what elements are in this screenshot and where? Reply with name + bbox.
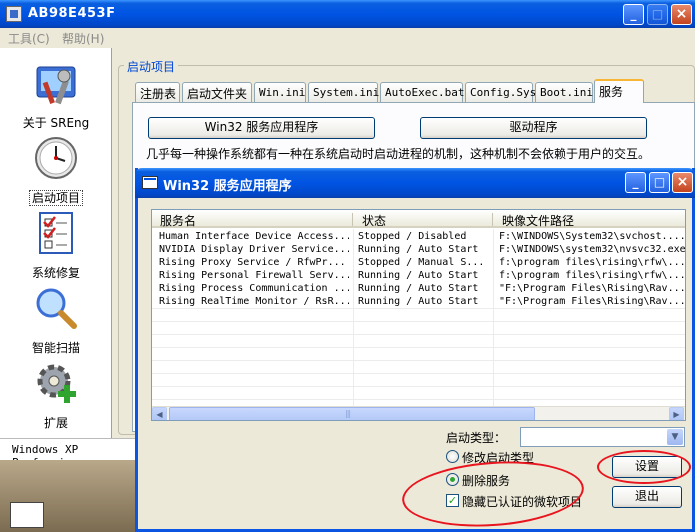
sidebar-item-label: 启动项目 — [28, 190, 83, 206]
radio-modify-startup-type[interactable] — [446, 450, 459, 463]
menu-tools[interactable]: 工具(C) — [8, 30, 50, 47]
table-row[interactable]: Rising Proxy Service / RfwPr... Stopped … — [152, 257, 685, 270]
scroll-right-icon[interactable]: ▶ — [669, 407, 684, 420]
column-status[interactable]: 状态 — [362, 212, 386, 229]
sidebar-item-label: 扩展 — [43, 416, 68, 430]
annotation-circle-settings — [597, 450, 691, 484]
dialog-close-button[interactable]: × — [672, 172, 693, 193]
sidebar-item-label: 关于 SREng — [22, 116, 90, 130]
sidebar-item-label: 系统修复 — [31, 266, 80, 280]
menu-bar: 工具(C) 帮助(H) — [0, 28, 695, 48]
horizontal-scrollbar[interactable]: ◀ ▶ — [152, 406, 685, 420]
startup-type-label: 启动类型： — [446, 431, 507, 445]
minimize-button[interactable]: _ — [623, 4, 644, 25]
desktop-background — [0, 460, 140, 532]
tab-autoexec-bat[interactable]: AutoExec.bat — [380, 82, 464, 102]
scroll-thumb[interactable] — [169, 407, 535, 420]
dialog-minimize-button[interactable]: _ — [625, 172, 646, 193]
startup-type-select[interactable]: ▼ — [520, 427, 685, 447]
group-title: 启动项目 — [124, 58, 179, 75]
column-service-name[interactable]: 服务名 — [160, 212, 196, 229]
table-row[interactable]: Rising Process Communication ... Running… — [152, 283, 685, 296]
status-bar: Windows XP Profession — [0, 438, 140, 469]
win32-services-button[interactable]: Win32 服务应用程序 — [148, 117, 375, 139]
main-titlebar: AB98E453F _ □ × — [0, 0, 695, 28]
startup-description: 几乎每一种操作系统都有一种在系统启动时启动进程的机制，这种机制不会依赖于用户的交… — [146, 147, 651, 161]
tab-win-ini[interactable]: Win.ini — [254, 82, 306, 102]
list-header: 服务名 状态 映像文件路径 — [152, 210, 685, 229]
services-list[interactable]: 服务名 状态 映像文件路径 Human Interface Device Acc… — [151, 209, 686, 421]
sidebar-item-repair[interactable]: 系统修复 — [0, 206, 112, 281]
sidebar-item-about[interactable]: 关于 SREng — [0, 56, 112, 131]
app-icon — [6, 6, 22, 22]
tab-registry[interactable]: 注册表 — [135, 82, 180, 102]
tab-startup-folder[interactable]: 启动文件夹 — [182, 82, 252, 102]
scroll-left-icon[interactable]: ◀ — [152, 407, 167, 420]
table-row[interactable]: Human Interface Device Access... Stopped… — [152, 231, 685, 244]
dialog-maximize-button[interactable]: □ — [649, 172, 670, 193]
checklist-icon — [39, 212, 73, 254]
tab-boot-ini[interactable]: Boot.ini — [535, 82, 593, 102]
gear-plus-icon — [37, 364, 76, 403]
dialog-titlebar: Win32 服务应用程序 _ □ × — [135, 168, 695, 198]
table-row[interactable]: NVIDIA Display Driver Service... Running… — [152, 244, 685, 257]
tab-services[interactable]: 服务 — [594, 79, 644, 103]
sidebar-item-extend[interactable]: 扩展 — [0, 356, 112, 431]
table-row[interactable]: Rising Personal Firewall Serv... Running… — [152, 270, 685, 283]
close-button[interactable]: × — [671, 4, 692, 25]
drivers-button[interactable]: 驱动程序 — [420, 117, 647, 139]
magnifier-icon — [36, 288, 77, 329]
column-image-path[interactable]: 映像文件路径 — [502, 212, 574, 229]
tab-system-ini[interactable]: System.ini — [308, 82, 379, 102]
sidebar-item-scan[interactable]: 智能扫描 — [0, 281, 112, 356]
sidebar-item-label: 智能扫描 — [31, 341, 80, 355]
menu-help[interactable]: 帮助(H) — [62, 30, 104, 47]
table-row[interactable]: Rising RealTime Monitor / RsR... Running… — [152, 296, 685, 309]
tools-icon — [36, 66, 76, 105]
maximize-button[interactable]: □ — [647, 4, 668, 25]
desktop-file-icon — [10, 502, 44, 528]
main-window-title: AB98E453F — [28, 6, 116, 21]
chevron-down-icon[interactable]: ▼ — [667, 429, 683, 445]
window-icon — [142, 176, 158, 189]
exit-button[interactable]: 退出 — [612, 486, 682, 508]
clock-icon — [35, 137, 77, 179]
dialog-title: Win32 服务应用程序 — [163, 179, 292, 194]
tab-config-sys[interactable]: Config.Sys — [465, 82, 536, 102]
sidebar-item-startup[interactable]: 启动项目 — [0, 131, 112, 206]
sidebar: 关于 SREng 启动项目 系统修复 智能扫描 扩展 — [0, 48, 112, 438]
